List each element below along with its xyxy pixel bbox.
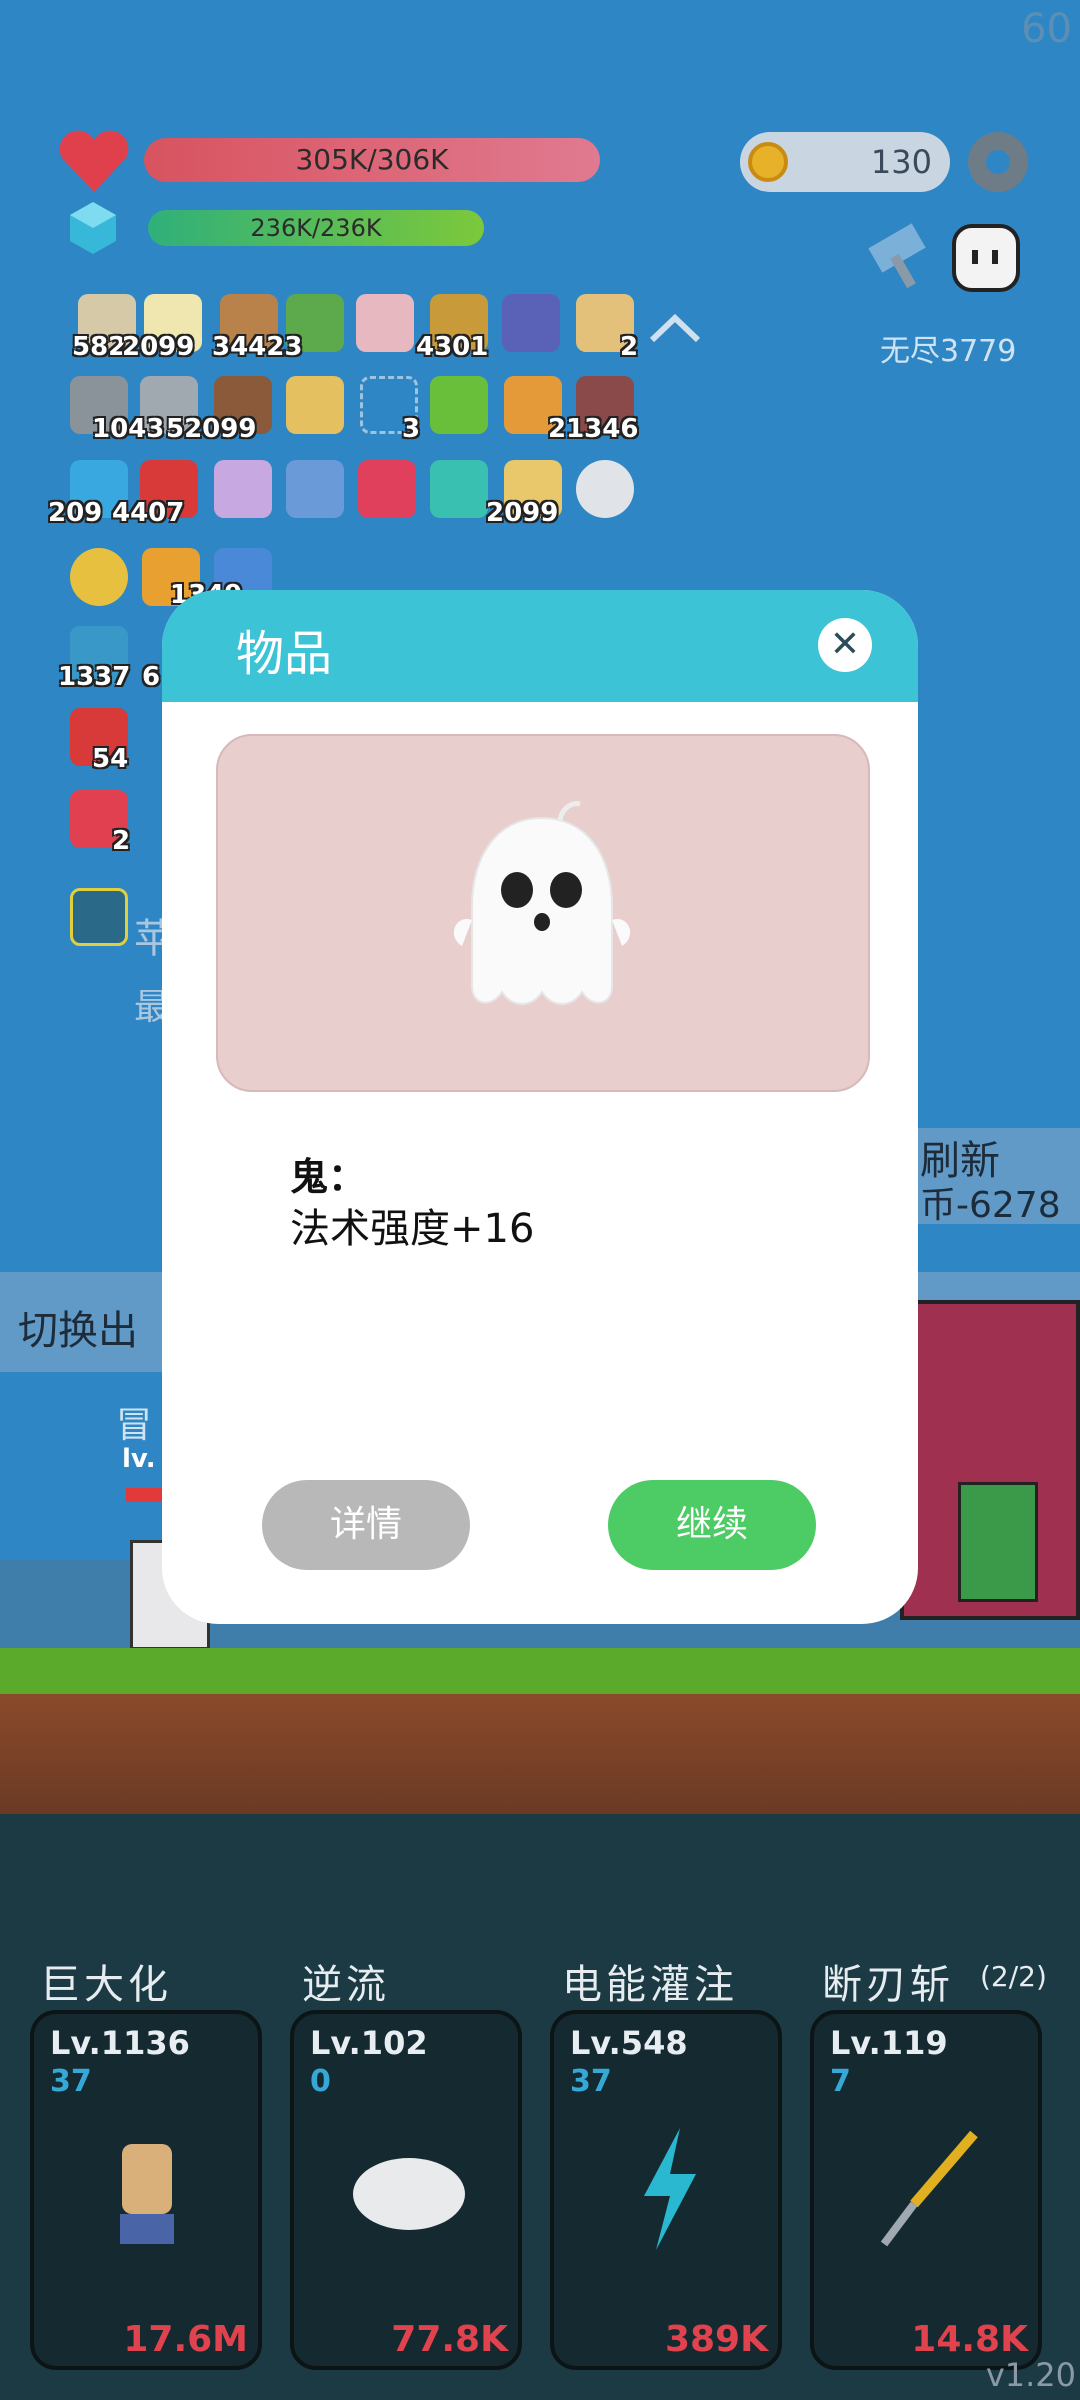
dialog-header: 物品 ✕: [162, 590, 918, 702]
skill-name: 逆流: [302, 1962, 390, 2008]
pitchfork-icon: [880, 2130, 978, 2247]
item-count: 4301: [416, 332, 489, 362]
lightning-icon: [644, 2128, 696, 2250]
lime-item-icon[interactable]: [430, 376, 488, 434]
skill-card-blade[interactable]: Lv.119 7 14.8K: [810, 2010, 1042, 2370]
item-count: 1337: [58, 662, 131, 692]
coin-value: 130: [870, 143, 932, 181]
item-count: 4407: [112, 498, 185, 528]
ghost-pet-icon[interactable]: [950, 222, 1022, 294]
ruby-item-icon[interactable]: [358, 460, 416, 518]
ring-item-icon[interactable]: [70, 548, 128, 606]
skill-level: Lv.548: [570, 2024, 688, 2062]
grass: [0, 1648, 1080, 1694]
wing-icon: [353, 2158, 465, 2230]
target-item-icon[interactable]: [430, 460, 488, 518]
continue-button[interactable]: 继续: [608, 1480, 816, 1570]
switch-panel[interactable]: 切换出: [0, 1272, 162, 1372]
skill-level: Lv.119: [830, 2024, 948, 2062]
item-count: 52099: [166, 414, 257, 444]
player-level-label: lv.: [122, 1444, 156, 1474]
mp-bar: 236K/236K: [148, 210, 484, 246]
skill-card-electric[interactable]: Lv.548 37 389K: [550, 2010, 782, 2370]
skill-name: 电能灌注: [562, 1962, 738, 2008]
fist-icon: [120, 2144, 174, 2244]
skill-cost: 77.8K: [391, 2319, 508, 2360]
collapse-chevron-up-icon[interactable]: [648, 310, 702, 346]
item-dialog: 物品 ✕ 鬼： 法术强度+16 详情 继续: [162, 590, 918, 1624]
skill-card-giant[interactable]: Lv.1136 37 17.6M: [30, 2010, 262, 2370]
skill-level: Lv.1136: [50, 2024, 190, 2062]
item-count: 2: [620, 332, 639, 362]
item-name: 鬼：: [290, 1155, 367, 1199]
dirt: [0, 1694, 1080, 1814]
skill-cost: 17.6M: [123, 2319, 248, 2360]
lamp-item-icon[interactable]: [70, 888, 128, 946]
map-item-icon[interactable]: [286, 376, 344, 434]
item-artwork: [216, 734, 870, 1092]
beads-item-icon[interactable]: [286, 460, 344, 518]
skill-cost: 389K: [664, 2319, 768, 2360]
chat-bubble-item-icon[interactable]: [576, 460, 634, 518]
unicorn-item-icon[interactable]: [214, 460, 272, 518]
heart-icon: [59, 130, 129, 192]
item-count: 1043: [92, 414, 165, 444]
fps-counter: 60: [1021, 6, 1072, 52]
item-count: 54: [92, 744, 129, 774]
detail-button[interactable]: 详情: [262, 1480, 470, 1570]
adventurer-label: 冒: [116, 1405, 153, 1446]
item-count: 2099: [122, 332, 195, 362]
item-count: 2: [112, 826, 131, 856]
item-description: 法术强度+16: [290, 1206, 535, 1252]
skill-name: 巨大化: [40, 1962, 172, 2008]
item-count: 21346: [548, 414, 639, 444]
ghost-icon: [453, 801, 631, 1005]
coin-display: 130: [740, 132, 950, 192]
icecream-item-icon[interactable]: [356, 294, 414, 352]
dialog-title: 物品: [236, 626, 333, 682]
gem-icon: [70, 202, 116, 254]
skill-points: 37: [570, 2064, 612, 2099]
settings-gear-icon[interactable]: [968, 132, 1028, 192]
switch-label: 切换出: [18, 1308, 138, 1354]
item-count: 6: [142, 662, 161, 692]
skill-name: 断刃斩: [822, 1962, 954, 2008]
skill-cost: 14.8K: [911, 2319, 1028, 2360]
skill-points: 7: [830, 2064, 851, 2099]
skill-card-backflow[interactable]: Lv.102 0 77.8K: [290, 2010, 522, 2370]
item-count: 2099: [486, 498, 559, 528]
skill-level: Lv.102: [310, 2024, 428, 2062]
item-count: 34423: [212, 332, 303, 362]
refresh-cost: 币-6278: [920, 1185, 1061, 1226]
coin-icon: [748, 142, 788, 182]
enemy-zombie: [958, 1482, 1038, 1602]
endless-stage: 无尽3779: [880, 334, 1017, 369]
item-count: 209: [48, 498, 103, 528]
item-count: 3: [402, 414, 421, 444]
skill-points: 37: [50, 2064, 92, 2099]
version-label: v1.20: [985, 2356, 1076, 2394]
refresh-panel[interactable]: 刷新 币-6278: [900, 1128, 1080, 1226]
skill-charges: (2/2): [980, 1960, 1047, 1993]
wizard-hat-item-icon[interactable]: [502, 294, 560, 352]
hp-bar: 305K/306K: [144, 138, 600, 182]
hammer-icon[interactable]: [862, 214, 942, 294]
item-count: 582: [72, 332, 127, 362]
close-icon[interactable]: ✕: [818, 618, 872, 672]
skill-points: 0: [310, 2064, 331, 2099]
player-hp-bar: [126, 1488, 162, 1502]
